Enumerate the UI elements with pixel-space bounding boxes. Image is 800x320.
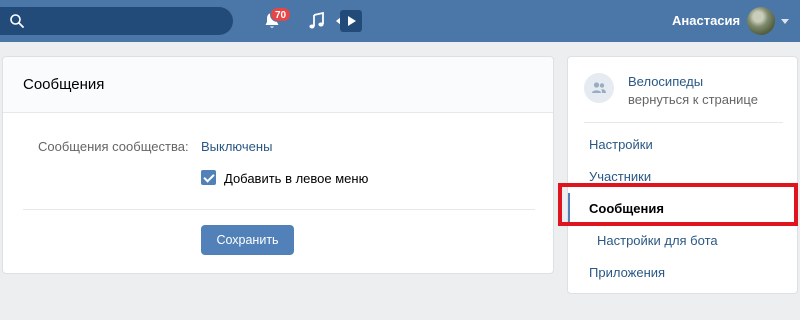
avatar[interactable] (747, 7, 775, 35)
user-name[interactable]: Анастасия (672, 13, 740, 28)
community-management-menu: Велосипеды вернуться к странице Настройк… (567, 56, 798, 294)
video-icon[interactable] (340, 10, 362, 32)
highlight-frame (558, 183, 798, 226)
notification-count-badge: 70 (270, 7, 292, 22)
community-messages-dropdown[interactable]: Выключены (201, 139, 272, 154)
search-input[interactable] (0, 7, 233, 35)
menu-item-bot-settings[interactable]: Настройки для бота (597, 233, 718, 248)
search-icon (10, 14, 24, 28)
back-to-page-link[interactable]: вернуться к странице (628, 92, 758, 107)
divider (23, 209, 535, 210)
messages-settings-card: Сообщения Сообщения сообщества: Выключен… (2, 56, 554, 274)
page-title: Сообщения (23, 76, 105, 93)
divider (584, 122, 783, 123)
top-navigation-bar: 70 Анастасия (0, 0, 800, 42)
music-icon[interactable] (307, 11, 327, 31)
add-to-menu-checkbox[interactable] (201, 170, 216, 185)
chevron-down-icon[interactable] (781, 19, 789, 24)
menu-item-apps[interactable]: Приложения (589, 265, 665, 280)
group-avatar[interactable] (584, 73, 614, 103)
save-button[interactable]: Сохранить (201, 225, 294, 255)
add-to-menu-label[interactable]: Добавить в левое меню (224, 171, 368, 186)
menu-item-members[interactable]: Участники (589, 169, 651, 184)
menu-item-settings[interactable]: Настройки (589, 137, 653, 152)
users-icon (592, 82, 606, 93)
community-messages-label: Сообщения сообщества: (38, 139, 189, 154)
group-name-link[interactable]: Велосипеды (628, 74, 703, 89)
